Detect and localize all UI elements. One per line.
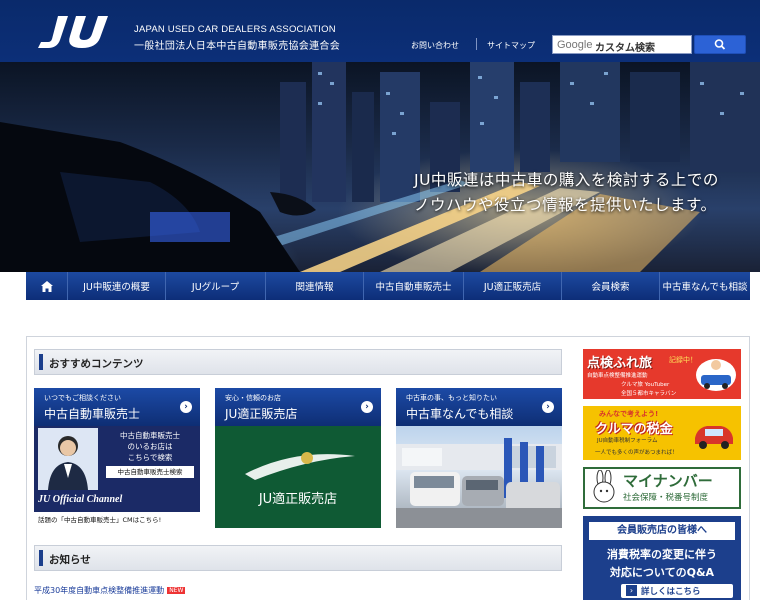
nav-ju-group[interactable]: JUグループ bbox=[166, 272, 266, 300]
sitemap-link[interactable]: サイトマップ bbox=[487, 40, 535, 51]
card-certified-dealer[interactable]: 安心・信頼のお店 JU適正販売店 › JU適正販売店 bbox=[215, 388, 381, 528]
contact-link[interactable]: お問い合わせ bbox=[411, 40, 459, 51]
new-badge: NEW bbox=[167, 587, 186, 594]
card-header: 中古車の事、もっと知りたい 中古車なんでも相談 › bbox=[396, 388, 562, 426]
hero-tagline-line1: JU中販連は中古車の購入を検討する上での bbox=[414, 171, 719, 189]
chevron-right-icon: › bbox=[626, 585, 637, 596]
hero-city-night-image bbox=[0, 62, 760, 272]
hero-tagline: JU中販連は中古車の購入を検討する上での ノウハウや役立つ情報を提供いたします。 bbox=[414, 168, 719, 218]
person-silhouette bbox=[38, 428, 98, 490]
tax-title: 会員販売店の皆様へ bbox=[589, 522, 735, 540]
specialist-text-block: 中古自動車販売士 のいるお店は こちらで検索 bbox=[104, 430, 196, 463]
main-nav: JU中販連の概要 JUグループ 関連情報 中古自動車販売士 JU適正販売店 会員… bbox=[26, 272, 750, 300]
nav-member-search[interactable]: 会員検索 bbox=[562, 272, 660, 300]
search-button[interactable] bbox=[694, 35, 746, 54]
rabbit-mascot-icon bbox=[593, 470, 615, 503]
site-header: JAPAN USED CAR DEALERS ASSOCIATION 一般社団法… bbox=[0, 0, 760, 62]
hero-banner: JU中販連は中古車の購入を検討する上での ノウハウや役立つ情報を提供いたします。 bbox=[0, 62, 760, 272]
hero-tagline-line2: ノウハウや役立つ情報を提供いたします。 bbox=[414, 196, 717, 214]
mynumber-title: マイナンバー bbox=[623, 472, 713, 490]
nav-dealer-specialist[interactable]: 中古自動車販売士 bbox=[364, 272, 464, 300]
chevron-right-icon: › bbox=[180, 401, 192, 413]
card-dealer-specialist[interactable]: いつでもご相談ください 中古自動車販売士 › 中古自動車販売士 のいるお店は こ… bbox=[34, 388, 200, 528]
cm-caption[interactable]: 話題の「中古自動車販売士」CMはこちら! bbox=[34, 512, 200, 528]
card-image-specialist: 中古自動車販売士 のいるお店は こちらで検索 中古自動車販売士検索 JU Off… bbox=[34, 426, 200, 528]
card-image-car-lot bbox=[396, 426, 562, 528]
certified-logo-text: JU適正販売店 bbox=[258, 492, 338, 507]
card-header: いつでもご相談ください 中古自動車販売士 › bbox=[34, 388, 200, 426]
section-marker bbox=[39, 550, 43, 566]
card-subtitle: いつでもご相談ください bbox=[44, 394, 121, 402]
news-header: お知らせ bbox=[34, 545, 562, 571]
recommended-heading: おすすめコンテンツ bbox=[49, 358, 144, 370]
search-input[interactable]: Google カスタム検索 bbox=[552, 35, 692, 54]
tenken-title: 点検ふれ旅 bbox=[587, 356, 653, 371]
mynumber-sub: 社会保障・税番号制度 bbox=[623, 493, 709, 503]
card-image-certified: JU適正販売店 bbox=[215, 426, 381, 528]
car-lot-photo bbox=[396, 438, 562, 528]
specialist-line2: のいるお店は bbox=[127, 442, 173, 451]
google-brand: Google bbox=[557, 39, 593, 51]
tax-detail-label: 詳しくはこちら bbox=[641, 587, 701, 597]
home-icon bbox=[40, 280, 53, 292]
nav-certified-dealers[interactable]: JU適正販売店 bbox=[464, 272, 562, 300]
chevron-right-icon: › bbox=[361, 401, 373, 413]
specialist-line1: 中古自動車販売士 bbox=[120, 431, 180, 440]
tax-line2: 対応についてのQ&A bbox=[609, 566, 715, 579]
news-item-title[interactable]: 平成30年度自動車点検整備推進運動 bbox=[34, 586, 164, 595]
card-consultation[interactable]: 中古車の事、もっと知りたい 中古車なんでも相談 › bbox=[396, 388, 562, 528]
specialist-search-label: 中古自動車販売士検索 bbox=[106, 466, 194, 478]
tenken-sub2: クルマ旅 YouTuber bbox=[621, 382, 670, 388]
mascot-car-icon bbox=[696, 359, 736, 391]
search-placeholder: カスタム検索 bbox=[595, 43, 655, 54]
assoc-name-en: JAPAN USED CAR DEALERS ASSOCIATION bbox=[134, 24, 336, 35]
ju-logo[interactable] bbox=[36, 12, 124, 52]
zeikin-sub: JU自動車税制フォーラム bbox=[597, 438, 658, 444]
news-heading: お知らせ bbox=[49, 554, 91, 566]
banner-car-tax[interactable]: みんなで考えよう! クルマの税金 JU自動車税制フォーラム 一人でも多くの声があ… bbox=[583, 406, 741, 460]
banner-my-number[interactable]: マイナンバー 社会保障・税番号制度 bbox=[583, 467, 741, 509]
nav-about[interactable]: JU中販連の概要 bbox=[68, 272, 166, 300]
nav-consultation[interactable]: 中古車なんでも相談 bbox=[660, 272, 750, 300]
card-title: JU適正販売店 bbox=[225, 407, 298, 421]
tenken-sub1: 自動車点検整備推進運動 bbox=[587, 373, 648, 379]
section-marker bbox=[39, 354, 43, 370]
zeikin-title: クルマの税金 bbox=[595, 422, 673, 437]
official-channel-label: JU Official Channel bbox=[38, 494, 123, 505]
red-car-icon bbox=[695, 426, 733, 449]
banner-tenken-tabi[interactable]: 点検ふれ旅 記録中！ 自動車点検整備推進運動 クルマ旅 YouTuber 全国５… bbox=[583, 349, 741, 399]
news-item[interactable]: 平成30年度自動車点検整備推進運動 NEW bbox=[34, 585, 186, 596]
header-divider bbox=[476, 38, 477, 50]
chevron-right-icon: › bbox=[542, 401, 554, 413]
card-title: 中古自動車販売士 bbox=[44, 407, 141, 421]
recommended-header: おすすめコンテンツ bbox=[34, 349, 562, 375]
card-title: 中古車なんでも相談 bbox=[406, 407, 514, 421]
tenken-sub3: 全国５都市キャラバン bbox=[621, 391, 677, 397]
card-subtitle: 中古車の事、もっと知りたい bbox=[406, 394, 497, 402]
tax-detail-button[interactable]: › 詳しくはこちら bbox=[621, 584, 733, 598]
assoc-name-jp: 一般社団法人日本中古自動車販売協会連合会 bbox=[134, 41, 340, 52]
card-header: 安心・信頼のお店 JU適正販売店 › bbox=[215, 388, 381, 426]
nav-home[interactable] bbox=[26, 272, 68, 300]
page: JAPAN USED CAR DEALERS ASSOCIATION 一般社団法… bbox=[0, 0, 760, 600]
banner-consumption-tax[interactable]: 会員販売店の皆様へ 消費税率の変更に伴う 対応についてのQ&A › 詳しくはこち… bbox=[583, 516, 741, 600]
specialist-line3: こちらで検索 bbox=[127, 453, 173, 462]
nav-related-info[interactable]: 関連情報 bbox=[266, 272, 364, 300]
tax-line1: 消費税率の変更に伴う bbox=[607, 548, 717, 561]
certified-swoosh-graphic bbox=[245, 452, 355, 480]
zeikin-foot: 一人でも多くの声があつまれば！ bbox=[595, 450, 678, 456]
card-subtitle: 安心・信頼のお店 bbox=[225, 394, 281, 402]
search-icon bbox=[714, 39, 726, 50]
